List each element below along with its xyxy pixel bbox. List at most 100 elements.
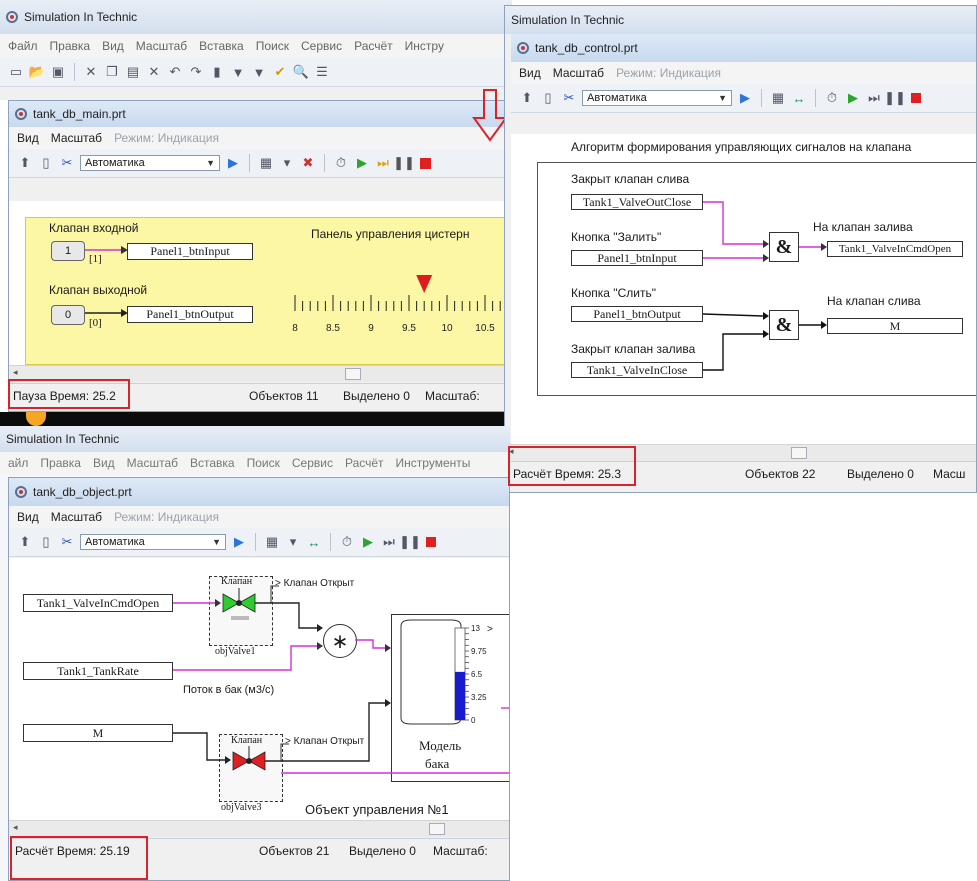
find-icon[interactable]: 🔍 <box>293 64 309 80</box>
layers-icon[interactable]: ▦ <box>770 90 786 106</box>
paste-icon[interactable]: ▤ <box>125 64 141 80</box>
link-icon[interactable]: ↔ <box>791 90 807 106</box>
tools-icon[interactable]: ✂ <box>59 534 75 550</box>
timer-icon[interactable]: ⏱ <box>824 90 840 106</box>
layers-icon[interactable]: ▦ <box>264 534 280 550</box>
object-app-menu-item[interactable]: Поиск <box>247 456 280 470</box>
object-app-menu-item[interactable]: Сервис <box>292 456 333 470</box>
main-app-menubar: Файл Правка Вид Масштаб Вставка Поиск Сервис Ра… <box>0 34 512 58</box>
stop-icon[interactable] <box>417 155 433 171</box>
page-icon[interactable]: ▯ <box>38 155 54 171</box>
main-app-menu-item[interactable]: Поиск <box>256 39 289 53</box>
tools-icon[interactable]: ✂ <box>561 90 577 106</box>
delete-icon[interactable]: ✕ <box>146 64 162 80</box>
menu-mode[interactable]: Режим: <box>616 66 656 80</box>
cut-icon[interactable]: ✕ <box>83 64 99 80</box>
step-forward-icon[interactable]: ⏭ <box>866 90 882 106</box>
scroll-left-icon[interactable]: ◂ <box>13 822 18 833</box>
main-app-menu-item[interactable]: Расчёт <box>354 39 393 53</box>
menu-scale[interactable]: Масштаб <box>51 510 102 524</box>
play-icon[interactable]: ▶ <box>360 534 376 550</box>
open-folder-icon[interactable]: 📂 <box>29 64 45 80</box>
menu-indication[interactable]: Индикация <box>660 66 721 80</box>
control-window-toolbar: ⬆ ▯ ✂ Автоматика ▼ ▶ ▦ ↔ ⏱ ▶ ⏭ ❚❚ <box>511 84 976 113</box>
object-app-menu-item[interactable]: Расчёт <box>345 456 384 470</box>
object-status-selected: Выделено 0 <box>349 844 416 858</box>
page-icon[interactable]: ▯ <box>38 534 54 550</box>
timer-icon[interactable]: ⏱ <box>333 155 349 171</box>
menu-mode[interactable]: Режим: <box>114 131 154 145</box>
object-app-menu-item[interactable]: Вставка <box>190 456 235 470</box>
menu-view[interactable]: Вид <box>17 131 39 145</box>
menu-mode[interactable]: Режим: <box>114 510 154 524</box>
main-app-menu-item[interactable]: Вставка <box>199 39 244 53</box>
window-object: tank_db_object.prt Вид Масштаб Режим: Ин… <box>8 477 510 881</box>
main-app-menu-item[interactable]: Вид <box>102 39 124 53</box>
menu-indication[interactable]: Индикация <box>158 131 219 145</box>
object-app-menu-item[interactable]: Правка <box>40 456 81 470</box>
undo-icon[interactable]: ↶ <box>167 64 183 80</box>
pause-icon[interactable]: ❚❚ <box>393 155 415 171</box>
mode-combo[interactable]: Автоматика ▼ <box>80 534 226 550</box>
level-scale: 8 8.5 9 9.5 10 10.5 <box>292 275 501 334</box>
dropdown-icon[interactable]: ▾ <box>285 534 301 550</box>
play-icon[interactable]: ▶ <box>354 155 370 171</box>
main-app-menu-item[interactable]: Масштаб <box>136 39 187 53</box>
layers-icon[interactable]: ▦ <box>258 155 274 171</box>
main-app-menu-item[interactable]: Инстру <box>405 39 444 53</box>
main-app-menu-item[interactable]: Сервис <box>301 39 342 53</box>
object-app-menu-item[interactable]: айл <box>8 456 28 470</box>
menu-view[interactable]: Вид <box>519 66 541 80</box>
pause-icon[interactable]: ❚❚ <box>884 90 906 106</box>
link-icon[interactable]: ↔ <box>306 534 322 550</box>
pin2-icon[interactable]: ▼ <box>251 64 267 80</box>
copy-icon[interactable]: ❐ <box>104 64 120 80</box>
menu-scale[interactable]: Масштаб <box>51 131 102 145</box>
step-icon[interactable]: ▶ <box>737 90 753 106</box>
menu-indication[interactable]: Индикация <box>158 510 219 524</box>
redo-icon[interactable]: ↷ <box>188 64 204 80</box>
scroll-thumb[interactable] <box>345 368 361 380</box>
main-app-menu-item[interactable]: Файл <box>8 39 38 53</box>
page-icon[interactable]: ▯ <box>540 90 556 106</box>
timer-icon[interactable]: ⏱ <box>339 534 355 550</box>
tools-icon[interactable]: ✂ <box>59 155 75 171</box>
control-status-selected: Выделено 0 <box>847 467 914 481</box>
menu-scale[interactable]: Масштаб <box>553 66 604 80</box>
step-icon[interactable]: ▶ <box>225 155 241 171</box>
tank-gauge-tick-label: 6.5 <box>471 670 483 679</box>
new-file-icon[interactable]: ▭ <box>8 64 24 80</box>
scale-tick-label: 9.5 <box>402 323 416 334</box>
step-forward-icon[interactable]: ⏭ <box>381 534 397 550</box>
up-arrow-icon[interactable]: ⬆ <box>519 90 535 106</box>
mode-combo[interactable]: Автоматика ▼ <box>80 155 220 171</box>
scroll-thumb[interactable] <box>791 447 807 459</box>
scroll-thumb[interactable] <box>429 823 445 835</box>
up-arrow-icon[interactable]: ⬆ <box>17 155 33 171</box>
object-app-menu-item[interactable]: Масштаб <box>127 456 178 470</box>
save-icon[interactable]: ▣ <box>50 64 66 80</box>
scroll-left-icon[interactable]: ◂ <box>13 367 18 378</box>
stop-icon[interactable] <box>908 90 924 106</box>
stop-icon[interactable] <box>423 534 439 550</box>
play-icon[interactable]: ▶ <box>845 90 861 106</box>
object-hscroll[interactable]: ◂ <box>9 820 509 837</box>
step-forward-icon[interactable]: ⏭ <box>375 155 391 171</box>
pin-icon[interactable]: ▼ <box>230 64 246 80</box>
pause-icon[interactable]: ❚❚ <box>399 534 421 550</box>
up-arrow-icon[interactable]: ⬆ <box>17 534 33 550</box>
scale-tick-label: 10.5 <box>475 323 495 334</box>
control-canvas: Алгоритм формирования управляющих сигнал… <box>511 134 976 444</box>
object-app-menu-item[interactable]: Вид <box>93 456 115 470</box>
object-app-title: Simulation In Technic <box>6 432 120 446</box>
object-app-menu-item[interactable]: Инструменты <box>396 456 471 470</box>
menu-view[interactable]: Вид <box>17 510 39 524</box>
main-app-menu-item[interactable]: Правка <box>50 39 91 53</box>
list-icon[interactable]: ☰ <box>314 64 330 80</box>
mode-combo[interactable]: Автоматика ▼ <box>582 90 732 106</box>
check-icon[interactable]: ✔ <box>272 64 288 80</box>
block-icon[interactable]: ▮ <box>209 64 225 80</box>
no-sim-icon[interactable]: ✖ <box>300 155 316 171</box>
step-icon[interactable]: ▶ <box>231 534 247 550</box>
dropdown-icon[interactable]: ▾ <box>279 155 295 171</box>
